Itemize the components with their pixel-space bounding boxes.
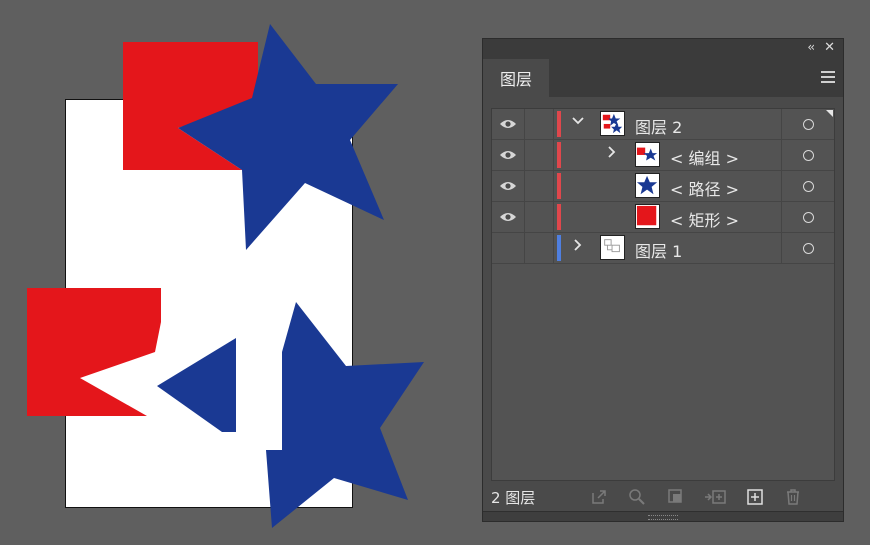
target-icon[interactable]	[802, 211, 814, 223]
visibility-toggle[interactable]	[492, 109, 525, 139]
visibility-toggle[interactable]	[492, 171, 525, 201]
layers-panel: ‹‹ ✕ 图层 图层 2 < 编组 > < 路径 > < 矩形 > 图层 1 2 图层	[482, 38, 844, 522]
layer-thumbnail	[635, 142, 660, 167]
export-icon[interactable]	[589, 487, 609, 507]
lock-toggle[interactable]	[525, 202, 554, 232]
layer-name[interactable]: < 编组 >	[670, 145, 739, 169]
visibility-toggle[interactable]	[492, 233, 525, 263]
lock-toggle[interactable]	[525, 109, 554, 139]
layer-thumbnail	[600, 235, 625, 260]
visibility-toggle[interactable]	[492, 140, 525, 170]
layer-row[interactable]: < 矩形 >	[492, 202, 834, 233]
eye-icon	[500, 120, 516, 128]
target-cell[interactable]	[781, 202, 834, 232]
target-cell[interactable]	[781, 140, 834, 170]
layer-name[interactable]: 图层 2	[635, 114, 682, 138]
layer-thumbnail	[635, 204, 660, 229]
artwork[interactable]	[0, 0, 470, 545]
panel-menu-icon[interactable]	[821, 71, 835, 83]
layer-row[interactable]: < 路径 >	[492, 171, 834, 202]
target-icon[interactable]	[802, 149, 814, 161]
panel-resize-grip[interactable]	[483, 511, 843, 521]
collapse-panel-button[interactable]: ‹‹	[807, 40, 814, 54]
layer-row[interactable]: 图层 1	[492, 233, 834, 264]
delete-layer-icon[interactable]	[783, 487, 803, 507]
lower-blue-star[interactable]	[266, 302, 424, 528]
lower-blue-wedge[interactable]	[157, 338, 236, 432]
panel-footer: 2 图层	[483, 485, 843, 511]
create-new-layer-icon[interactable]	[745, 487, 765, 507]
target-cell[interactable]	[781, 233, 834, 263]
lock-toggle[interactable]	[525, 140, 554, 170]
chevron-down-icon[interactable]	[572, 115, 584, 131]
eye-icon	[500, 151, 516, 159]
chevron-right-icon[interactable]	[606, 146, 618, 162]
target-icon[interactable]	[802, 180, 814, 192]
locate-object-icon[interactable]	[627, 487, 647, 507]
layer-color-bar	[557, 235, 561, 261]
panel-tab-bar: 图层	[483, 59, 843, 97]
lock-toggle[interactable]	[525, 233, 554, 263]
layer-list[interactable]: 图层 2 < 编组 > < 路径 > < 矩形 > 图层 1	[491, 108, 835, 481]
layer-thumbnail	[635, 173, 660, 198]
eye-icon	[500, 213, 516, 221]
visibility-toggle[interactable]	[492, 202, 525, 232]
layer-color-bar	[557, 173, 561, 199]
panel-title-bar[interactable]: ‹‹ ✕	[483, 39, 843, 59]
tab-layers[interactable]: 图层	[483, 59, 549, 97]
lower-red-rectangle[interactable]	[27, 288, 161, 416]
chevron-right-icon[interactable]	[572, 239, 584, 255]
layer-row[interactable]: 图层 2	[492, 109, 834, 140]
layer-name[interactable]: 图层 1	[635, 238, 682, 262]
make-clipping-mask-icon[interactable]	[666, 487, 686, 507]
target-cell[interactable]	[781, 109, 834, 139]
layer-color-bar	[557, 111, 561, 137]
layer-color-bar	[557, 142, 561, 168]
lock-toggle[interactable]	[525, 171, 554, 201]
target-cell[interactable]	[781, 171, 834, 201]
layer-name[interactable]: < 路径 >	[670, 176, 739, 200]
layer-count: 2 图层	[491, 489, 536, 507]
layer-row[interactable]: < 编组 >	[492, 140, 834, 171]
target-icon[interactable]	[802, 118, 814, 130]
canvas-area[interactable]	[0, 0, 470, 545]
layer-thumbnail	[600, 111, 625, 136]
layer-name[interactable]: < 矩形 >	[670, 207, 739, 231]
create-sublayer-icon[interactable]	[703, 487, 727, 507]
layer-color-bar	[557, 204, 561, 230]
close-panel-button[interactable]: ✕	[824, 40, 835, 55]
target-icon[interactable]	[802, 242, 814, 254]
eye-icon	[500, 182, 516, 190]
